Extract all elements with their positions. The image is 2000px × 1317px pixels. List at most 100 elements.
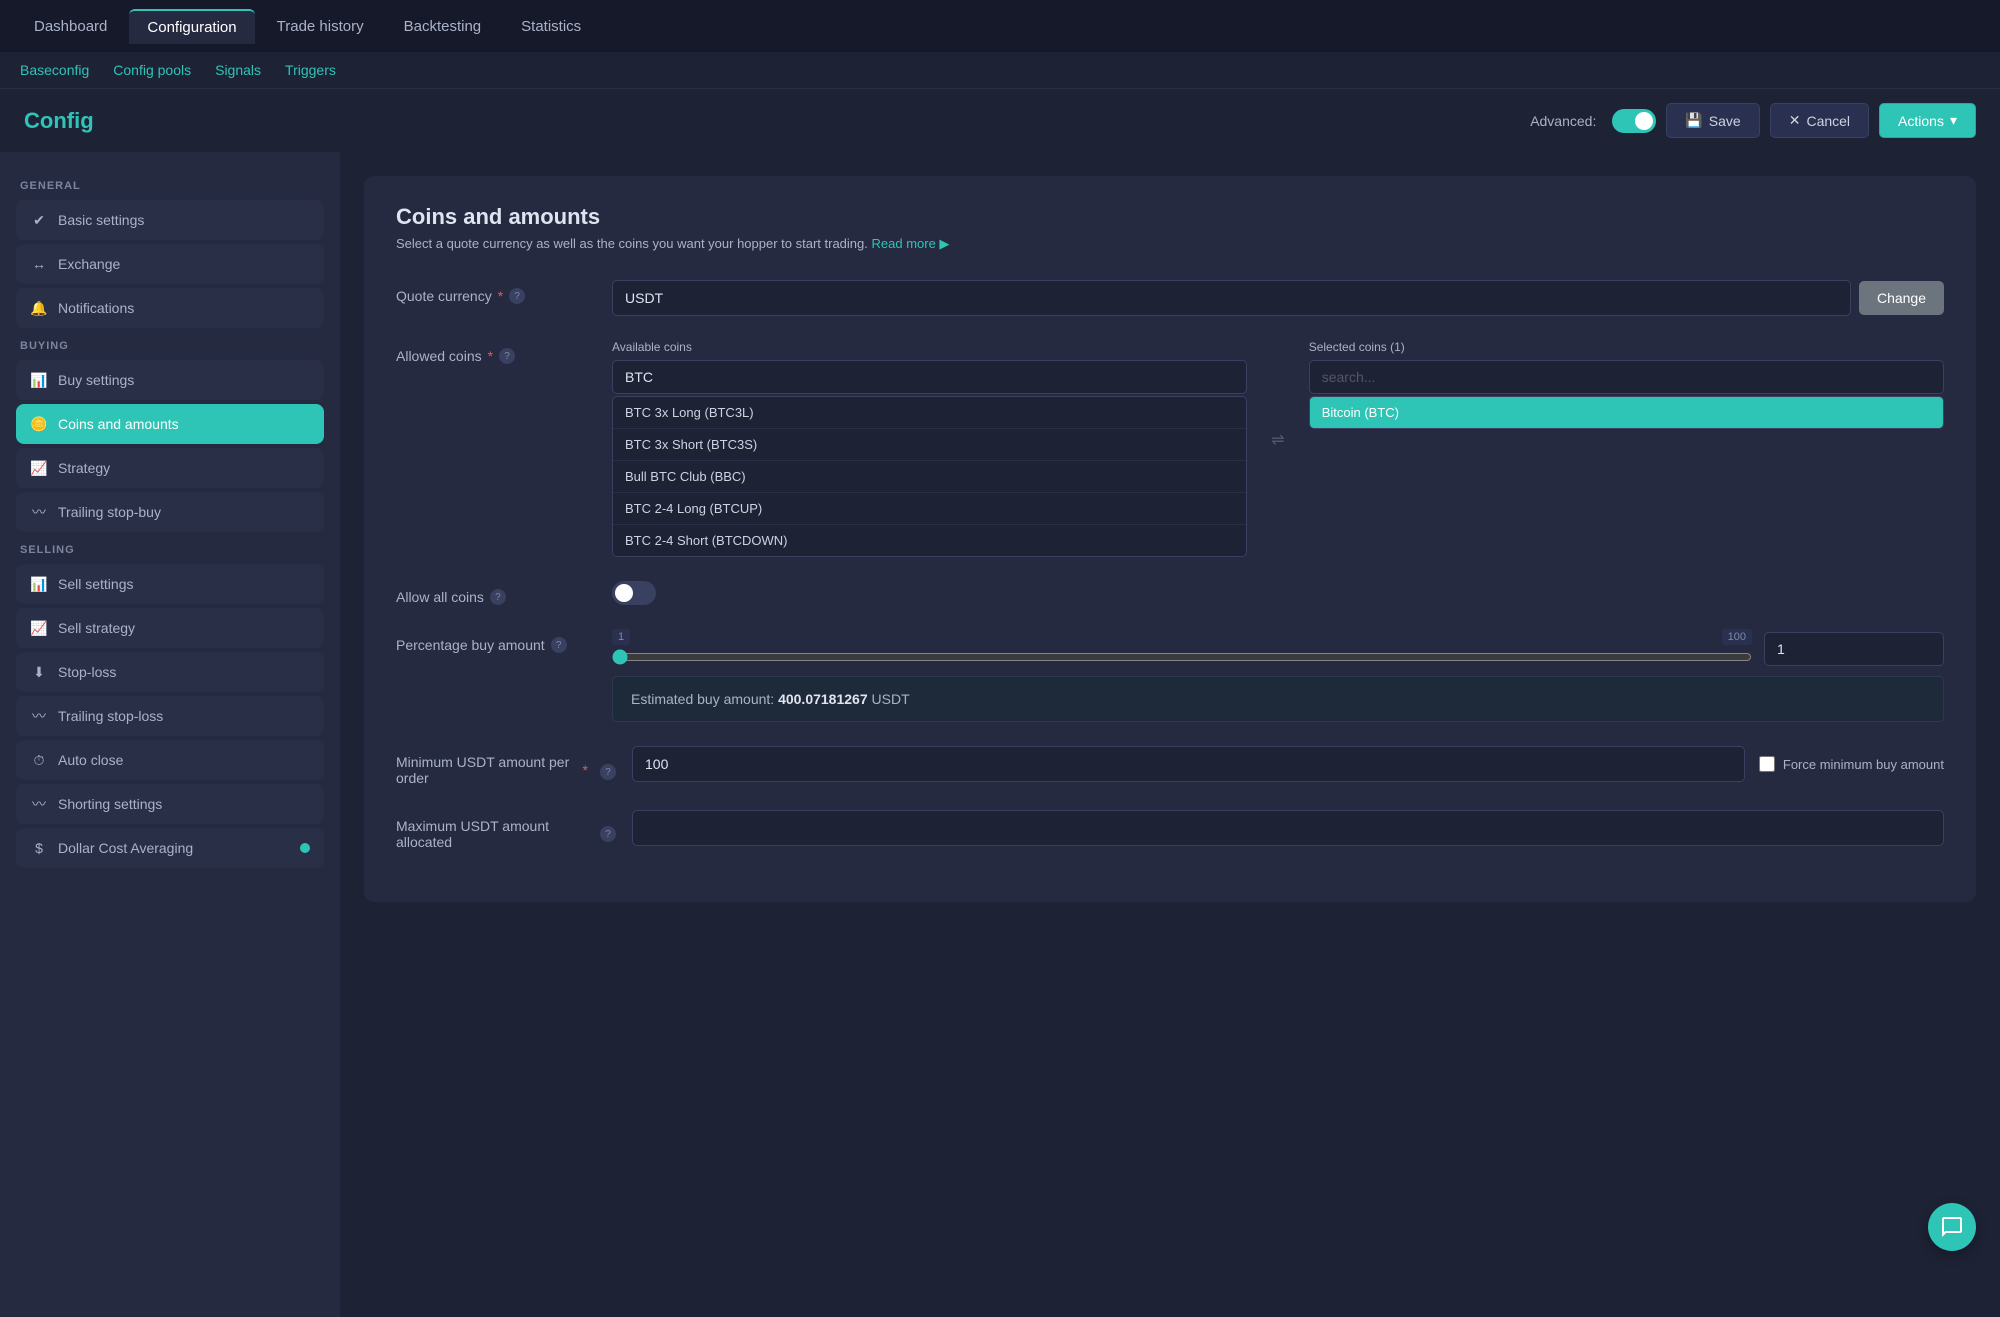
save-button[interactable]: 💾 Save [1666, 103, 1759, 138]
slider-with-input: 1 100 [612, 629, 1944, 668]
percentage-buy-control: 1 100 Estimated buy amount: 400.07181267… [612, 629, 1944, 722]
min-amount-control: Force minimum buy amount [632, 746, 1944, 782]
selected-coins-search[interactable] [1309, 360, 1944, 394]
sub-nav: Baseconfig Config pools Signals Triggers [0, 52, 2000, 89]
percentage-number-input[interactable] [1764, 632, 1944, 666]
available-coins-search[interactable] [612, 360, 1247, 394]
sidebar-item-sell-settings[interactable]: 📊 Sell settings [16, 564, 324, 604]
nav-statistics[interactable]: Statistics [503, 10, 599, 43]
list-item[interactable]: BTC 2-4 Long (BTCUP) [613, 493, 1246, 525]
subnav-baseconfig[interactable]: Baseconfig [20, 62, 89, 78]
max-amount-help-icon[interactable]: ? [600, 826, 616, 842]
sell-strategy-icon: 📈 [30, 619, 48, 637]
page-title: Config [24, 108, 94, 134]
top-nav: Dashboard Configuration Trade history Ba… [0, 0, 2000, 52]
stop-loss-icon: ⬇ [30, 663, 48, 681]
sidebar-item-buy-settings[interactable]: 📊 Buy settings [16, 360, 324, 400]
cancel-icon: ✕ [1789, 112, 1801, 129]
sidebar: GENERAL ✔ Basic settings ↔ Exchange 🔔 No… [0, 152, 340, 1317]
list-item[interactable]: BTC 2-4 Short (BTCDOWN) [613, 525, 1246, 556]
percentage-slider[interactable] [612, 649, 1752, 665]
allow-all-coins-row: Allow all coins ? [396, 581, 1944, 605]
allow-all-coins-control [612, 581, 1944, 605]
force-min-checkbox[interactable] [1759, 756, 1775, 772]
nav-dashboard[interactable]: Dashboard [16, 10, 125, 43]
quote-currency-control: USDT BTC ETH Change [612, 280, 1944, 316]
sidebar-item-sell-strategy[interactable]: 📈 Sell strategy [16, 608, 324, 648]
available-coins-box: Available coins BTC 3x Long (BTC3L) BTC … [612, 340, 1247, 557]
advanced-toggle[interactable] [1612, 109, 1656, 133]
allow-all-help-icon[interactable]: ? [490, 589, 506, 605]
quote-currency-select[interactable]: USDT BTC ETH [612, 280, 1851, 316]
section-title: Coins and amounts [396, 204, 1944, 230]
estimated-box: Estimated buy amount: 400.07181267 USDT [612, 676, 1944, 722]
coin-icon: 🪙 [30, 415, 48, 433]
percentage-buy-row: Percentage buy amount ? 1 100 [396, 629, 1944, 722]
exchange-icon: ↔ [30, 255, 48, 273]
sidebar-item-dca[interactable]: $ Dollar Cost Averaging [16, 828, 324, 868]
subnav-config-pools[interactable]: Config pools [113, 62, 191, 78]
allowed-coins-label: Allowed coins * ? [396, 340, 596, 364]
chevron-down-icon: ▾ [1950, 112, 1957, 129]
sidebar-section-buying: BUYING [16, 340, 324, 352]
nav-backtesting[interactable]: Backtesting [386, 10, 500, 43]
percentage-buy-help-icon[interactable]: ? [551, 637, 567, 653]
sidebar-item-basic-settings[interactable]: ✔ Basic settings [16, 200, 324, 240]
list-item[interactable]: BTC 3x Long (BTC3L) [613, 397, 1246, 429]
sidebar-item-strategy[interactable]: 📈 Strategy [16, 448, 324, 488]
change-button[interactable]: Change [1859, 281, 1944, 315]
sidebar-item-trailing-stop-loss[interactable]: 〰 Trailing stop-loss [16, 696, 324, 736]
section-subtitle: Select a quote currency as well as the c… [396, 236, 1944, 252]
min-amount-row: Minimum USDT amount per order * ? Force … [396, 746, 1944, 786]
sidebar-item-stop-loss[interactable]: ⬇ Stop-loss [16, 652, 324, 692]
trailing-loss-icon: 〰 [30, 707, 48, 725]
advanced-label: Advanced: [1530, 113, 1596, 129]
list-item[interactable]: Bull BTC Club (BBC) [613, 461, 1246, 493]
quote-currency-label: Quote currency * ? [396, 280, 596, 304]
cancel-button[interactable]: ✕ Cancel [1770, 103, 1869, 138]
min-amount-help-icon[interactable]: ? [600, 764, 616, 780]
max-amount-label: Maximum USDT amount allocated ? [396, 810, 616, 850]
required-marker2: * [488, 348, 493, 364]
sidebar-section-general: GENERAL [16, 180, 324, 192]
quote-currency-help-icon[interactable]: ? [509, 288, 525, 304]
available-coins-label: Available coins [612, 340, 1247, 354]
sell-chart-icon: 📊 [30, 575, 48, 593]
force-min-label[interactable]: Force minimum buy amount [1759, 756, 1944, 772]
sidebar-item-shorting-settings[interactable]: 〰 Shorting settings [16, 784, 324, 824]
transfer-arrows: ⇌ [1263, 340, 1292, 450]
transfer-icon: ⇌ [1271, 430, 1284, 450]
check-icon: ✔ [30, 211, 48, 229]
allow-all-toggle[interactable] [612, 581, 656, 605]
allowed-coins-control: Available coins BTC 3x Long (BTC3L) BTC … [612, 340, 1944, 557]
header-bar: Config Advanced: 💾 Save ✕ Cancel Actions… [0, 89, 2000, 152]
slider-container: 1 100 [612, 629, 1752, 668]
sidebar-item-auto-close[interactable]: ⏱ Auto close [16, 740, 324, 780]
header-actions: Advanced: 💾 Save ✕ Cancel Actions ▾ [1530, 103, 1976, 138]
quote-currency-row: Quote currency * ? USDT BTC ETH Change [396, 280, 1944, 316]
chat-button[interactable] [1928, 1203, 1976, 1251]
list-item[interactable]: BTC 3x Short (BTC3S) [613, 429, 1246, 461]
max-amount-input[interactable] [632, 810, 1944, 846]
subnav-triggers[interactable]: Triggers [285, 62, 336, 78]
actions-button[interactable]: Actions ▾ [1879, 103, 1976, 138]
max-amount-control [632, 810, 1944, 846]
min-amount-input[interactable] [632, 746, 1745, 782]
sidebar-item-coins-and-amounts[interactable]: 🪙 Coins and amounts [16, 404, 324, 444]
read-more-link[interactable]: Read more ▶ [872, 236, 950, 251]
sidebar-item-trailing-stop-buy[interactable]: 〰 Trailing stop-buy [16, 492, 324, 532]
list-item[interactable]: Bitcoin (BTC) [1310, 397, 1943, 428]
dca-badge [300, 843, 310, 853]
strategy-icon: 📈 [30, 459, 48, 477]
nav-trade-history[interactable]: Trade history [259, 10, 382, 43]
max-amount-row: Maximum USDT amount allocated ? [396, 810, 1944, 850]
nav-configuration[interactable]: Configuration [129, 9, 254, 44]
config-card: Coins and amounts Select a quote currenc… [364, 176, 1976, 902]
percentage-buy-label: Percentage buy amount ? [396, 629, 596, 653]
subnav-signals[interactable]: Signals [215, 62, 261, 78]
sidebar-item-exchange[interactable]: ↔ Exchange [16, 244, 324, 284]
clock-icon: ⏱ [30, 751, 48, 769]
sidebar-item-notifications[interactable]: 🔔 Notifications [16, 288, 324, 328]
allowed-coins-help-icon[interactable]: ? [499, 348, 515, 364]
coins-layout: Available coins BTC 3x Long (BTC3L) BTC … [612, 340, 1944, 557]
